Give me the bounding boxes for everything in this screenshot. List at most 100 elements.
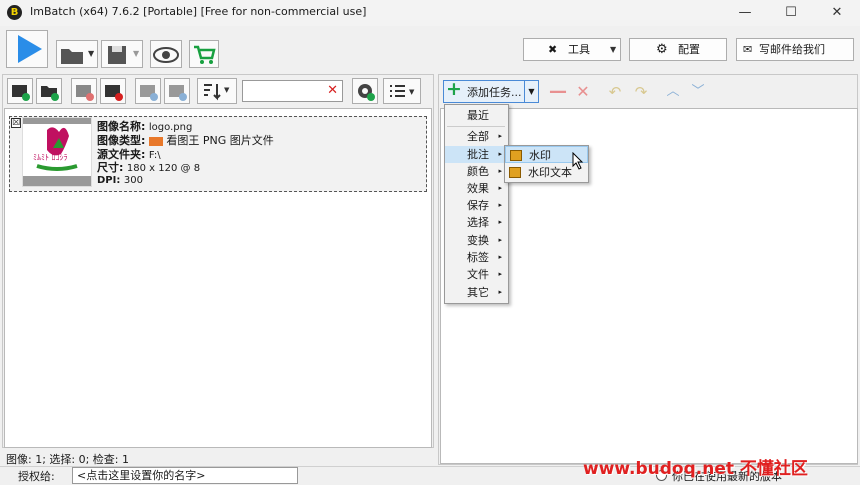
menu-separator — [447, 126, 505, 127]
item-checkbox[interactable]: ☒ — [11, 118, 21, 128]
menu-item-label: 变换 — [467, 234, 489, 247]
tools-dropdown-arrow: ▼ — [610, 45, 617, 54]
search-input[interactable]: ✕ — [242, 80, 343, 102]
move-up-icon — [140, 85, 158, 101]
add-task-label: 添加任务... — [467, 86, 522, 99]
menu-item-save[interactable]: 保存 ▸ — [445, 197, 508, 214]
preview-button[interactable] — [150, 40, 182, 68]
license-label: 授权给: — [18, 470, 55, 483]
image-status: 图像: 1; 选择: 0; 检查: 1 — [6, 453, 130, 466]
sort-icon: ▼ — [204, 84, 230, 101]
menu-item-label: 文件 — [467, 268, 489, 281]
watermark-text-icon — [509, 167, 521, 178]
move-task-down-icon[interactable]: ﹀ — [687, 82, 709, 102]
open-button[interactable]: ▼ — [56, 40, 98, 68]
menu-item-label: 其它 — [467, 286, 489, 299]
remove-image-icon — [76, 85, 94, 101]
menu-item-tags[interactable]: 标签 ▸ — [445, 249, 508, 266]
sort-button[interactable]: ▼ — [197, 78, 237, 104]
maximize-button[interactable]: ☐ — [768, 0, 814, 26]
add-image-button[interactable] — [7, 78, 33, 104]
submenu-arrow-icon: ▸ — [498, 132, 502, 140]
close-button[interactable]: ✕ — [814, 0, 860, 26]
submenu-arrow-icon: ▸ — [498, 218, 502, 226]
remove-image-button[interactable] — [71, 78, 97, 104]
svg-text:ﾐﾑﾐﾄ ﾛｺｼﾗ: ﾐﾑﾐﾄ ﾛｺｼﾗ — [33, 153, 68, 162]
png-file-icon — [148, 136, 163, 146]
menu-item-label: 保存 — [467, 199, 489, 212]
submenu-arrow-icon: ▸ — [498, 288, 502, 296]
save-dropdown-arrow[interactable]: ▼ — [133, 49, 139, 58]
cart-icon — [194, 45, 216, 64]
wrench-icon: ✖ — [548, 43, 558, 56]
menu-item-label: 效果 — [467, 182, 489, 195]
email-label: 写邮件给我们 — [759, 43, 825, 56]
menu-item-file[interactable]: 文件 ▸ — [445, 266, 508, 283]
window-title: ImBatch (x64) 7.6.2 [Portable] [Free for… — [30, 5, 367, 18]
add-folder-button[interactable] — [36, 78, 62, 104]
move-task-up-icon[interactable]: ︿ — [662, 82, 684, 102]
submenu-arrow-icon: ▸ — [498, 150, 502, 158]
menu-item-label: 选择 — [467, 216, 489, 229]
submenu-arrow-icon: ▸ — [498, 253, 502, 261]
menu-item-label: 颜色 — [467, 165, 489, 178]
submenu-arrow-icon: ▸ — [498, 167, 502, 175]
settings-check-icon — [358, 84, 375, 101]
menu-item-effects[interactable]: 效果 ▸ — [445, 180, 508, 197]
save-button[interactable]: ▼ — [101, 40, 143, 68]
submenu-arrow-icon: ▸ — [498, 201, 502, 209]
menu-item-label: 批注 — [467, 148, 489, 161]
image-type-value: 看图王 PNG 图片文件 — [166, 134, 274, 147]
undo-icon[interactable]: ↶ — [604, 82, 626, 102]
remove-all-icon — [105, 85, 123, 101]
remove-all-button[interactable] — [100, 78, 126, 104]
mail-icon: ✉ — [743, 43, 753, 56]
svg-text:▼: ▼ — [409, 88, 415, 96]
menu-item-label: 标签 — [467, 251, 489, 264]
move-image-up-button[interactable] — [135, 78, 161, 104]
open-dropdown-arrow[interactable]: ▼ — [88, 49, 94, 58]
image-info-button[interactable] — [164, 78, 190, 104]
dpi-row: DPI: 300 — [97, 173, 143, 186]
view-list-icon: ▼ — [390, 85, 415, 97]
dpi-label: DPI: — [97, 175, 121, 186]
menu-item-label: 全部 — [467, 130, 489, 143]
clear-search-icon[interactable]: ✕ — [327, 83, 338, 98]
submenu-item-label: 水印文本 — [528, 166, 572, 179]
delete-task-icon[interactable]: ✕ — [573, 82, 593, 102]
run-button[interactable] — [6, 30, 48, 68]
remove-task-icon[interactable]: — — [548, 82, 568, 102]
plus-icon: + — [446, 78, 462, 100]
submenu-arrow-icon: ▸ — [498, 236, 502, 244]
add-image-icon — [12, 85, 30, 101]
menu-item-other[interactable]: 其它 ▸ — [445, 284, 508, 301]
settings-check-button[interactable] — [352, 78, 378, 104]
config-label: 配置 — [678, 43, 700, 56]
menu-item-select[interactable]: 选择 ▸ — [445, 214, 508, 231]
tools-label: 工具 — [568, 43, 590, 56]
site-watermark: www.budoq.net 不懂社区 — [583, 459, 808, 479]
mouse-cursor-icon — [572, 152, 584, 170]
open-folder-icon — [61, 49, 83, 64]
menu-item-transform[interactable]: 变换 ▸ — [445, 232, 508, 249]
tools-button[interactable]: ✖ 工具 ▼ — [523, 38, 621, 61]
preview-icon — [153, 47, 179, 63]
view-mode-button[interactable]: ▼ — [383, 78, 421, 104]
buy-button[interactable] — [189, 40, 219, 68]
add-task-dropdown-arrow[interactable]: ▼ — [524, 81, 538, 102]
license-name-field[interactable]: <点击这里设置你的名字> — [72, 467, 298, 484]
info-icon — [169, 85, 187, 101]
redo-icon[interactable]: ↷ — [630, 82, 652, 102]
gear-icon: ⚙ — [656, 42, 668, 57]
menu-item-label: 最近 — [467, 109, 489, 122]
menu-item-color[interactable]: 颜色 ▸ — [445, 163, 508, 180]
add-folder-icon — [41, 86, 59, 101]
menu-item-all[interactable]: 全部 ▸ — [445, 128, 508, 145]
svg-text:▼: ▼ — [224, 86, 230, 94]
config-button[interactable]: ⚙ 配置 — [629, 38, 727, 61]
menu-item-annotation[interactable]: 批注 ▸ — [445, 146, 508, 163]
email-button[interactable]: ✉ 写邮件给我们 — [736, 38, 854, 61]
menu-item-recent[interactable]: 最近 — [445, 107, 508, 124]
submenu-arrow-icon: ▸ — [498, 270, 502, 278]
minimize-button[interactable]: — — [722, 0, 768, 26]
